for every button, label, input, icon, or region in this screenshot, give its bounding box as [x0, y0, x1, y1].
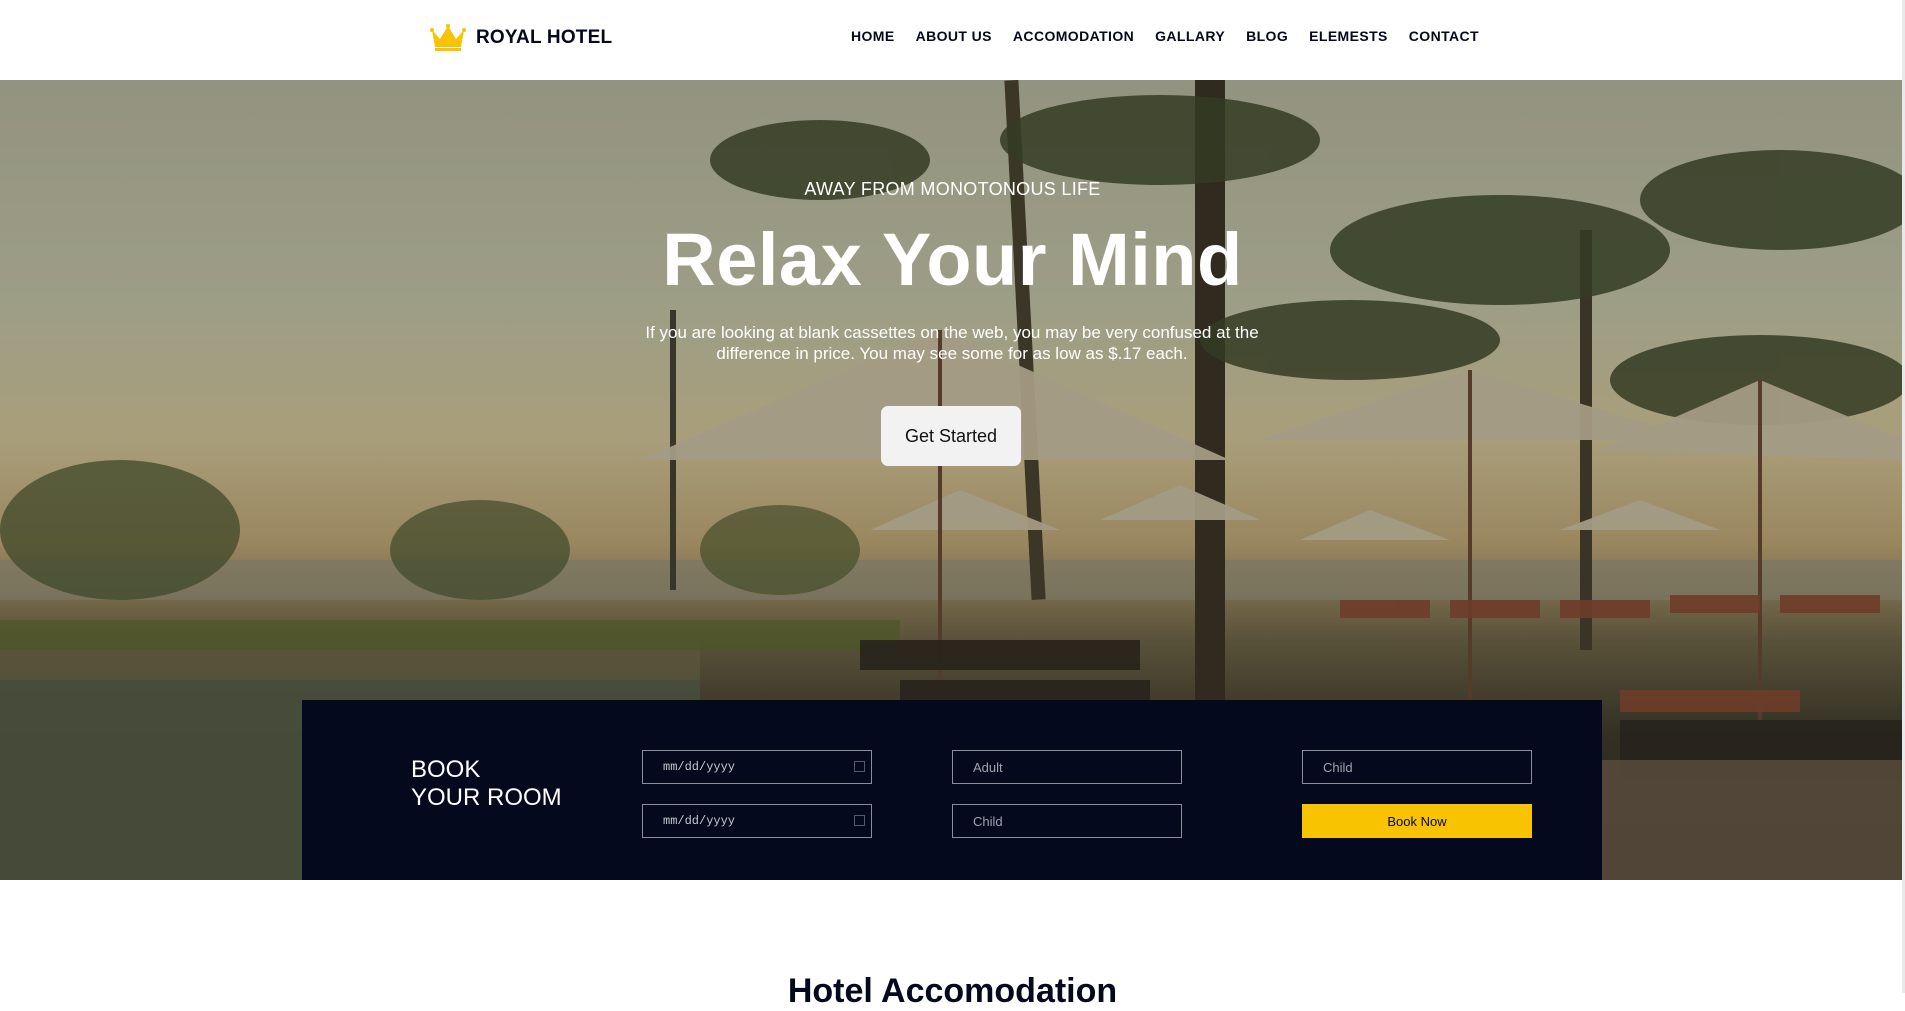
site-header: ROYAL HOTEL HOME ABOUT US ACCOMODATION G… [0, 0, 1905, 80]
nav-gallary[interactable]: GALLARY [1155, 28, 1225, 44]
booking-title-line1: BOOK [411, 756, 481, 783]
departure-date-input[interactable]: mm/dd/yyyy [642, 804, 872, 838]
crown-icon [430, 24, 466, 51]
child-select-2[interactable]: Child [1302, 750, 1532, 784]
calendar-icon[interactable] [854, 761, 865, 772]
nav-elemests[interactable]: ELEMESTS [1309, 28, 1388, 44]
book-now-button[interactable]: Book Now [1302, 804, 1532, 838]
arrival-date-input[interactable]: mm/dd/yyyy [642, 750, 872, 784]
booking-title-line2: YOUR ROOM [411, 784, 562, 811]
nav-about-us[interactable]: ABOUT US [916, 28, 992, 44]
nav-home[interactable]: HOME [851, 28, 895, 44]
arrival-date-placeholder: mm/dd/yyyy [663, 760, 736, 774]
booking-panel: BOOK YOUR ROOM mm/dd/yyyy mm/dd/yyyy Adu… [302, 700, 1602, 880]
booking-title: BOOK YOUR ROOM [411, 756, 562, 812]
child-placeholder-1: Child [973, 813, 1003, 829]
accomodation-section-title: Hotel Accomodation [787, 972, 1118, 1010]
nav-accomodation[interactable]: ACCOMODATION [1013, 28, 1134, 44]
hero-subtitle: AWAY FROM MONOTONOUS LIFE [804, 179, 1101, 199]
brand-logo[interactable]: ROYAL HOTEL [430, 20, 612, 56]
hero-title: Relax Your Mind [662, 218, 1243, 301]
nav-contact[interactable]: CONTACT [1409, 28, 1479, 44]
hero-description: If you are looking at blank cassettes on… [645, 323, 1259, 363]
departure-date-placeholder: mm/dd/yyyy [663, 814, 736, 828]
brand-name: ROYAL HOTEL [476, 27, 613, 48]
main-nav: HOME ABOUT US ACCOMODATION GALLARY BLOG … [851, 28, 1479, 44]
adult-select[interactable]: Adult [952, 750, 1182, 784]
child-select-1[interactable]: Child [952, 804, 1182, 838]
get-started-button[interactable]: Get Started [881, 406, 1021, 466]
adult-placeholder: Adult [973, 759, 1003, 775]
child-placeholder-2: Child [1323, 759, 1353, 775]
nav-blog[interactable]: BLOG [1246, 28, 1288, 44]
calendar-icon[interactable] [854, 815, 865, 826]
